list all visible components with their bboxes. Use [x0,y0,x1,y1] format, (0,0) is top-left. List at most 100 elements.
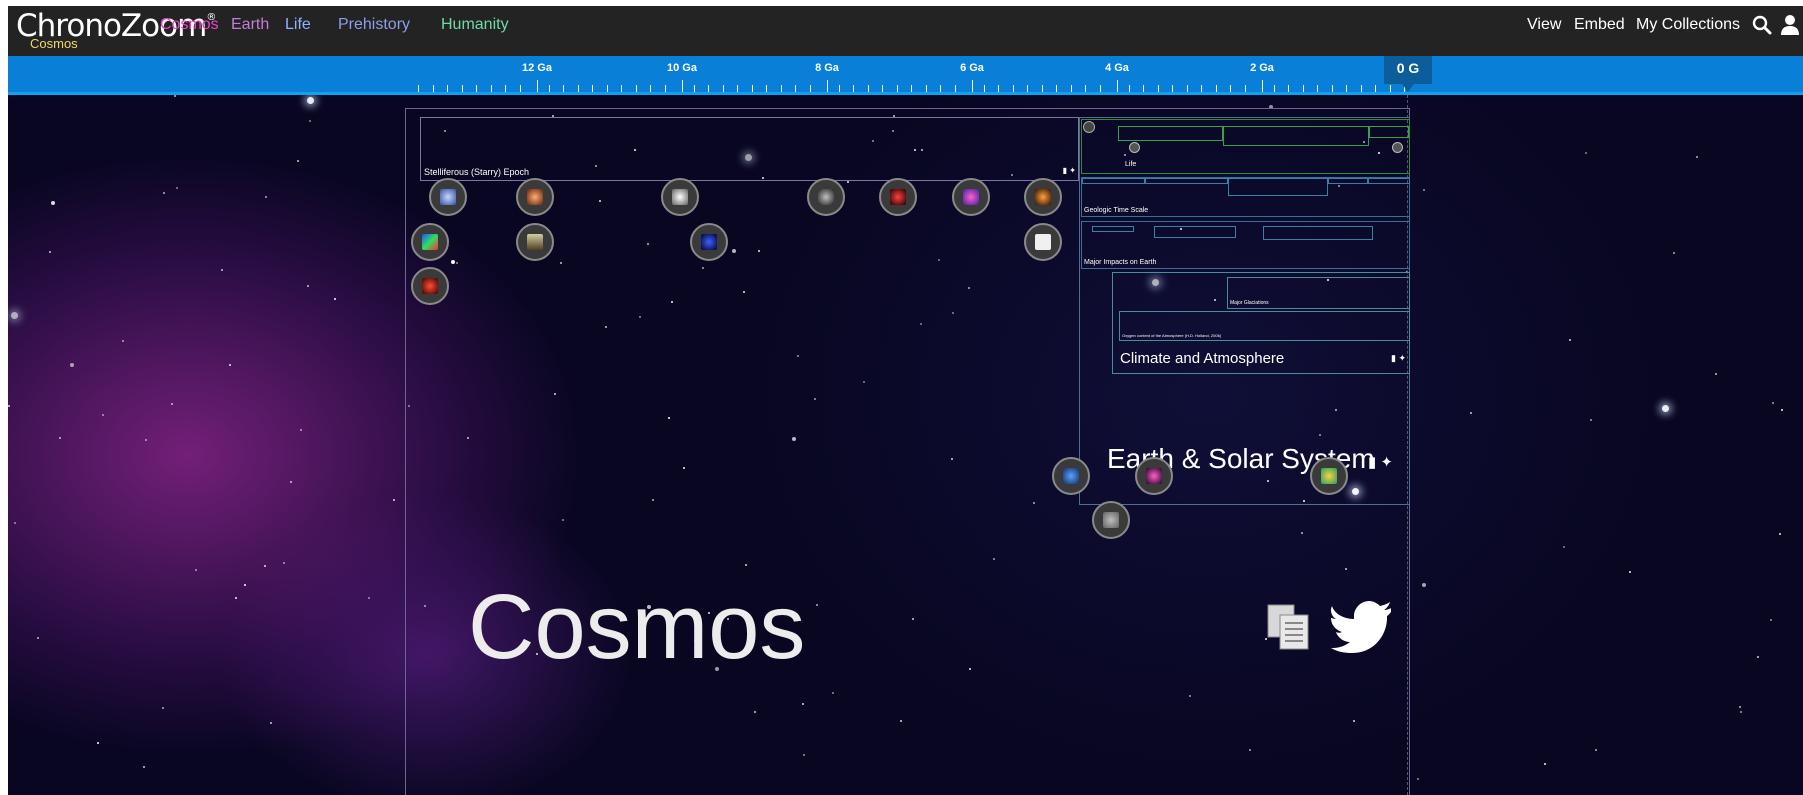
ruler-tick [722,85,724,92]
twitter-icon[interactable] [1331,601,1391,653]
exhibit-thumbnail [1146,468,1162,484]
exhibit-earth[interactable] [1052,457,1090,495]
star [1417,778,1419,780]
star [176,187,178,189]
exhibit-cmb-map[interactable] [411,223,449,261]
exhibit-deep-field[interactable] [807,178,845,216]
share-icons[interactable]: ▮ ✦ [1063,166,1076,175]
nav-earth[interactable]: Earth [231,16,269,34]
expand-icon[interactable] [1392,142,1403,153]
copy-icon[interactable] [1266,603,1314,651]
star [368,597,370,599]
star [8,405,10,407]
exhibit-solar-disk[interactable] [1135,457,1173,495]
current-time-marker[interactable]: 0 G [1384,56,1432,92]
exhibit-document[interactable] [1024,223,1062,261]
exhibit-rock[interactable] [1092,501,1130,539]
ruler-tick [766,85,767,92]
exhibit-pulsar[interactable] [952,178,990,216]
geo-era-block [1368,178,1410,184]
timeline-title-cosmos: Cosmos [468,576,806,678]
impact-block [1263,226,1373,240]
ruler-tick [592,85,593,92]
timeline-major-glaciations[interactable]: Major Glaciations [1227,277,1410,309]
ruler-tick [563,85,564,92]
impact-block [1092,226,1134,232]
ruler-tick [606,85,608,92]
star [334,298,336,300]
timeline-geologic-time-scale[interactable]: Geologic Time Scale [1081,177,1410,217]
search-icon[interactable] [1751,14,1773,36]
star [1779,533,1781,535]
nav-cosmos[interactable]: Cosmos [160,16,219,34]
exhibit-thumbnail [527,189,543,205]
exhibit-thumbnail [1103,512,1119,528]
user-icon[interactable] [1780,14,1800,36]
exhibit-nebula[interactable] [516,178,554,216]
ruler-tick [664,85,666,92]
collapse-icon[interactable] [1129,142,1140,153]
view-menu[interactable]: View [1527,16,1561,34]
star [290,481,292,483]
timeline-oxygen-content[interactable]: Oxygen content of the Atmosphere (H.D. H… [1119,311,1410,341]
star [1662,405,1669,412]
star [122,340,124,342]
star [163,192,165,194]
exhibit-star-formation[interactable] [1024,178,1062,216]
ruler-tick [1215,85,1217,92]
timeline-life[interactable]: Life [1081,119,1410,174]
ruler-tick [1143,85,1144,92]
share-icons[interactable]: ▮ ✦ [1368,453,1393,471]
ruler-tick [1157,85,1159,92]
ruler-tick [1117,80,1118,92]
exhibit-thumbnail [963,189,979,205]
nav-life[interactable]: Life [285,16,311,34]
exhibit-supernova[interactable] [879,178,917,216]
ruler-tick [972,80,973,92]
exhibit-thumbnail [440,189,456,205]
ruler-tick [998,85,999,92]
timeline-stelliferous-epoch[interactable]: Stelliferous (Starry) Epoch ▮ ✦ [420,117,1079,181]
ruler-tick [1201,85,1202,92]
life-sub-timeline [1223,126,1369,146]
star [300,429,302,431]
ruler-tick [621,85,622,92]
timeline-title-oxygen: Oxygen content of the Atmosphere (H.D. H… [1122,333,1222,338]
star [307,97,314,104]
ruler-tick [1186,85,1188,92]
ruler-tick [490,85,492,92]
exhibit-star-cluster[interactable] [661,178,699,216]
ruler-tick [751,85,753,92]
timeline-canvas[interactable]: Stelliferous (Starry) Epoch ▮ ✦ Earth & … [8,95,1803,795]
exhibit-red-nebula[interactable] [411,267,449,305]
nav-humanity[interactable]: Humanity [441,16,509,34]
star [1740,711,1742,713]
star [1423,189,1425,191]
ruler-tick [940,85,941,92]
star [1585,152,1587,154]
ruler-tick [1346,85,1347,92]
timeline-major-impacts[interactable]: Major Impacts on Earth [1081,221,1410,269]
timeline-ruler[interactable]: 12 Ga 10 Ga 8 Ga 6 Ga 4 Ga 2 Ga 0 G [8,56,1803,95]
star [1739,706,1741,708]
ruler-tick [476,85,477,92]
ruler-tick [447,85,448,92]
exhibit-thumbnail [890,189,906,205]
nav-prehistory[interactable]: Prehistory [338,16,410,34]
my-collections-menu[interactable]: My Collections [1636,16,1740,34]
exhibit-planet[interactable] [1310,457,1348,495]
exhibit-thumbnail [818,189,834,205]
exhibit-telescope[interactable] [516,223,554,261]
breadcrumb[interactable]: Cosmos [30,36,78,51]
ruler-tick [1099,85,1101,92]
geo-era-block [1145,178,1228,184]
timeline-title-geologic: Geologic Time Scale [1084,207,1149,214]
exhibit-dark-matter[interactable] [690,223,728,261]
ruler-tick [737,85,738,92]
star [102,414,104,416]
embed-menu[interactable]: Embed [1574,16,1625,34]
star [1781,409,1783,411]
exhibit-galaxy[interactable] [429,178,467,216]
ruler-tick [1360,85,1362,92]
share-icons[interactable]: ▮ ✦ [1391,353,1406,364]
